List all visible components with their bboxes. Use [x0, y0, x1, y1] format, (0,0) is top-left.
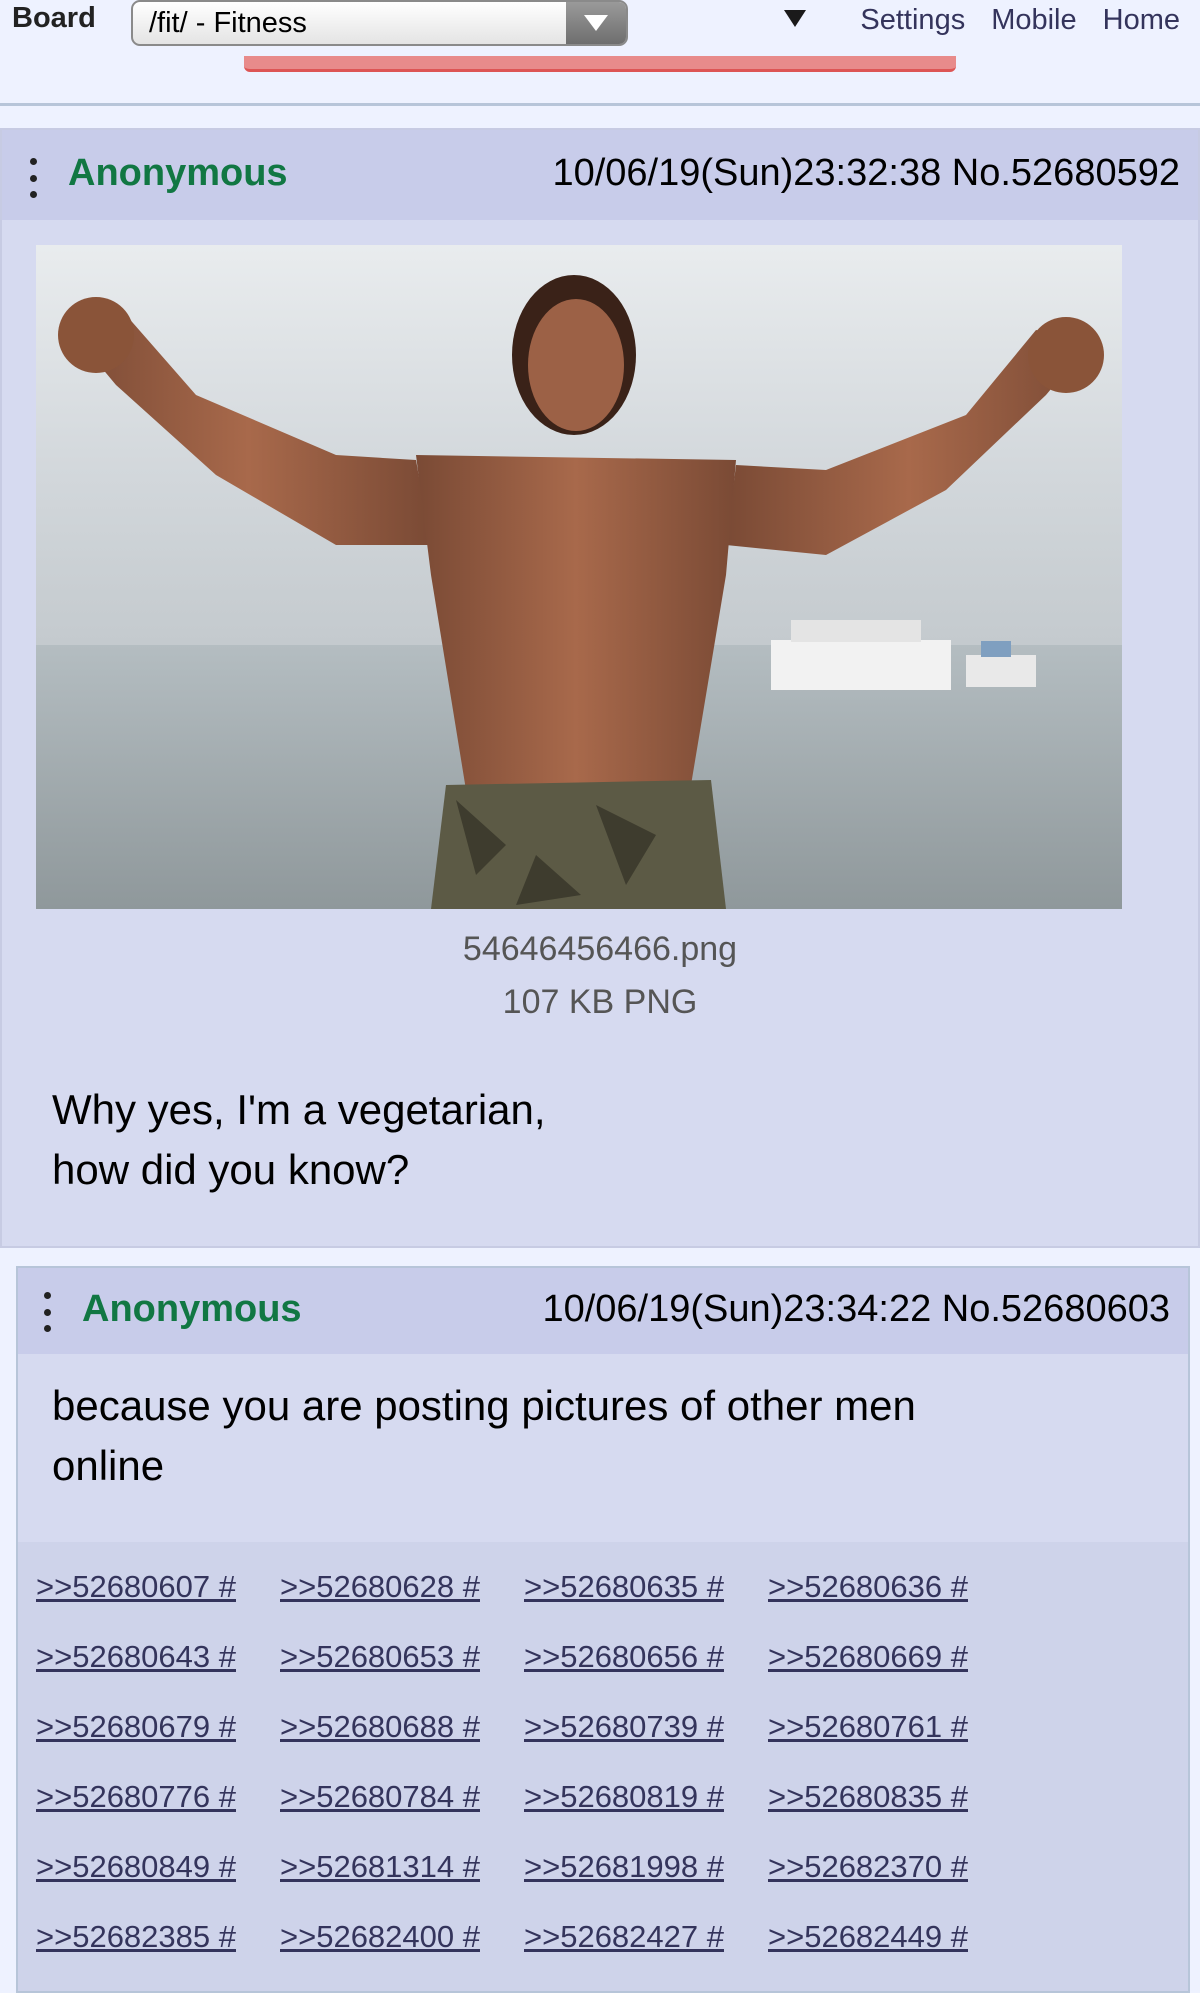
post-menu-icon[interactable] [30, 158, 40, 198]
chevron-down-icon [584, 15, 608, 31]
backlink[interactable]: >>52680635 # [524, 1569, 768, 1605]
backlink-row: >>52680679 # >>52680688 # >>52680739 # >… [36, 1692, 1188, 1762]
backlink[interactable]: >>52680835 # [768, 1779, 1012, 1815]
board-select-value: /fit/ - Fitness [149, 6, 307, 39]
post-menu-icon[interactable] [44, 1292, 54, 1332]
top-nav-links: Settings Mobile Home [860, 4, 1180, 37]
file-size: 107 KB PNG [502, 983, 698, 1021]
backlink[interactable]: >>52680636 # [768, 1569, 1012, 1605]
poster-name: Anonymous [68, 152, 288, 194]
mobile-link[interactable]: Mobile [991, 4, 1076, 37]
backlink[interactable]: >>52682400 # [280, 1919, 524, 1955]
board-select[interactable]: /fit/ - Fitness [131, 0, 628, 46]
backlink-row: >>52680776 # >>52680784 # >>52680819 # >… [36, 1762, 1188, 1832]
home-link[interactable]: Home [1103, 4, 1180, 37]
backlink[interactable]: >>52682427 # [524, 1919, 768, 1955]
backlink[interactable]: >>52680776 # [36, 1779, 280, 1815]
backlink-row: >>52680849 # >>52681314 # >>52681998 # >… [36, 1832, 1188, 1902]
backlink[interactable]: >>52680819 # [524, 1779, 768, 1815]
backlink[interactable]: >>52680688 # [280, 1709, 524, 1745]
backlink[interactable]: >>52680643 # [36, 1639, 280, 1675]
reply-post: Anonymous 10/06/19(Sun)23:34:22 No.52680… [16, 1266, 1190, 1993]
post-header: Anonymous 10/06/19(Sun)23:34:22 No.52680… [18, 1268, 1188, 1354]
backlink[interactable]: >>52682385 # [36, 1919, 280, 1955]
post-number[interactable]: No.52680603 [942, 1288, 1170, 1330]
post-meta: 10/06/19(Sun)23:32:38 No.52680592 [552, 152, 1180, 195]
backlink-row: >>52682385 # >>52682400 # >>52682427 # >… [36, 1902, 1188, 1972]
post-number[interactable]: No.52680592 [952, 152, 1180, 194]
backlink[interactable]: >>52680761 # [768, 1709, 1012, 1745]
backlink[interactable]: >>52680679 # [36, 1709, 280, 1745]
backlink-row: >>52680643 # >>52680653 # >>52680656 # >… [36, 1622, 1188, 1692]
post-datetime: 10/06/19(Sun)23:34:22 [542, 1288, 932, 1330]
banner-strip [244, 56, 956, 72]
backlinks: >>52680607 # >>52680628 # >>52680635 # >… [18, 1542, 1188, 1991]
backlink[interactable]: >>52680669 # [768, 1639, 1012, 1675]
backlink-row: >>52680607 # >>52680628 # >>52680635 # >… [36, 1552, 1188, 1622]
post-meta: 10/06/19(Sun)23:34:22 No.52680603 [542, 1288, 1170, 1331]
settings-link[interactable]: Settings [860, 4, 965, 37]
divider [0, 103, 1200, 106]
post-comment: because you are posting pictures of othe… [52, 1382, 916, 1489]
backlink[interactable]: >>52680656 # [524, 1639, 768, 1675]
backlink[interactable]: >>52682370 # [768, 1849, 1012, 1885]
top-bar: Board /fit/ - Fitness Settings Mobile Ho… [0, 0, 1200, 50]
backlink[interactable]: >>52682449 # [768, 1919, 1012, 1955]
board-label: Board [12, 2, 96, 34]
post-comment: Why yes, I'm a vegetarian, how did you k… [52, 1086, 546, 1193]
post-datetime: 10/06/19(Sun)23:32:38 [552, 152, 942, 194]
backlink[interactable]: >>52680653 # [280, 1639, 524, 1675]
backlink[interactable]: >>52681314 # [280, 1849, 524, 1885]
menu-toggle-icon[interactable] [784, 10, 806, 27]
backlink[interactable]: >>52680607 # [36, 1569, 280, 1605]
op-post: Anonymous 10/06/19(Sun)23:32:38 No.52680… [0, 128, 1200, 1248]
file-name[interactable]: 54646456466.png [2, 930, 1198, 969]
backlink[interactable]: >>52680739 # [524, 1709, 768, 1745]
post-image[interactable] [36, 245, 1122, 909]
backlink[interactable]: >>52681998 # [524, 1849, 768, 1885]
post-header: Anonymous 10/06/19(Sun)23:32:38 No.52680… [2, 130, 1198, 220]
backlink[interactable]: >>52680784 # [280, 1779, 524, 1815]
backlink[interactable]: >>52680849 # [36, 1849, 280, 1885]
poster-name: Anonymous [82, 1288, 302, 1330]
select-arrow-button[interactable] [566, 2, 626, 44]
backlink[interactable]: >>52680628 # [280, 1569, 524, 1605]
